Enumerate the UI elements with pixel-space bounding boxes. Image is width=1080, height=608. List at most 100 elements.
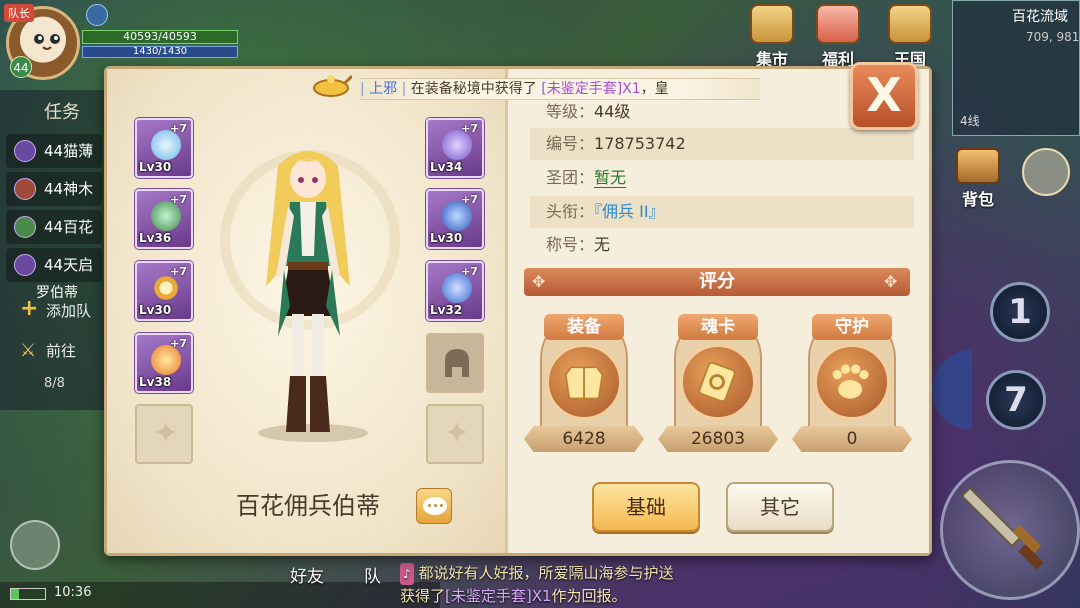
score-card-soul[interactable]: 魂卡 26803 (658, 308, 778, 458)
chat-dot (428, 504, 431, 507)
quest-label: 44猫薄 (44, 142, 94, 160)
divider (505, 69, 508, 553)
add-team-button[interactable]: + 添加队 (14, 296, 104, 321)
chat-button[interactable] (416, 488, 452, 524)
basic-button[interactable]: 基础 (592, 482, 700, 532)
score-header: 评分 (524, 268, 910, 296)
card-value: 26803 (658, 426, 778, 452)
close-button[interactable]: X (850, 62, 918, 130)
quest-label: 44天启 (44, 256, 94, 274)
equip-slot-ring[interactable]: +7 Lv30 (135, 261, 193, 321)
score-card-guard[interactable]: 守护 0 (792, 308, 912, 458)
kingdom-button[interactable]: 王国 (880, 4, 940, 70)
helmet-icon (445, 349, 469, 377)
guild-value[interactable]: 暂无 (594, 168, 627, 188)
equip-level: Lv36 (139, 231, 172, 245)
sword-icon (960, 486, 1044, 570)
enhance-level: +7 (170, 265, 187, 278)
leader-badge: 队长 (4, 4, 34, 22)
page-count: 8/8 (44, 376, 65, 391)
welfare-button[interactable]: 福利 (808, 4, 868, 70)
add-team-label: 添加队 (46, 302, 92, 320)
hp-bar: 40593/40593 (82, 30, 238, 44)
map-coords: 709, 981 (1026, 30, 1080, 44)
bag-button[interactable]: 背包 (950, 148, 1006, 209)
goto-button[interactable]: ⚔ 前往 (14, 340, 104, 361)
equip-slot-pants[interactable]: +7 Lv30 (426, 189, 484, 249)
equip-slot-helmet[interactable] (426, 333, 484, 393)
quest-icon (14, 254, 36, 276)
plus-icon: + (20, 296, 39, 321)
market-button[interactable]: 集市 (742, 4, 802, 70)
sword-small-icon: ⚔ (20, 340, 37, 361)
equip-slot-armor[interactable]: +7 Lv36 (135, 189, 193, 249)
equip-slot-necklace[interactable]: +7 Lv38 (135, 333, 193, 393)
id-value: 178753742 (594, 134, 686, 153)
broadcast-line2-pre: 获得了 (400, 587, 446, 605)
empty-slot-icon: ✦ (153, 416, 179, 451)
quest-label: 44神木 (44, 180, 94, 198)
paw-icon (814, 344, 890, 420)
quest-label: 44百花 (44, 218, 94, 236)
empty-slot-icon: ✦ (444, 416, 470, 451)
gift-icon (816, 4, 860, 44)
title-value[interactable]: 『佣兵 II』 (594, 202, 665, 221)
skill-7-button[interactable]: 7 (986, 370, 1046, 430)
info-row-nickname: 称号：无 (530, 229, 914, 261)
card-value: 6428 (524, 426, 644, 452)
clock: 10:36 (54, 585, 92, 600)
player-level: 44 (10, 56, 32, 78)
enhance-level: +7 (461, 265, 478, 278)
quest-item[interactable]: 44百花 (6, 210, 102, 244)
enhance-level: +7 (170, 337, 187, 350)
battery-level (11, 589, 19, 599)
quest-item[interactable]: 44猫薄 (6, 134, 102, 168)
equip-slot-gloves[interactable]: +7 Lv34 (426, 118, 484, 178)
id-key: 编号： (546, 134, 595, 153)
quest-icon (14, 178, 36, 200)
other-button[interactable]: 其它 (726, 482, 834, 532)
quest-icon (14, 216, 36, 238)
card-value: 0 (792, 426, 912, 452)
broadcast-tag-icon: ♪ (400, 563, 414, 585)
decor-icon: ✥ (532, 272, 546, 291)
equip-level: Lv30 (430, 231, 463, 245)
equip-level: Lv30 (139, 160, 172, 174)
skill-button[interactable] (932, 350, 972, 430)
friends-button[interactable]: 好友 (290, 562, 324, 587)
notice-player[interactable]: 上邪 (369, 81, 397, 97)
armor-icon (546, 344, 622, 420)
server-line[interactable]: 4线 (960, 112, 980, 129)
equip-slot-empty[interactable]: ✦ (135, 404, 193, 464)
broadcast-item[interactable]: [未鉴定手套]X1 (445, 587, 552, 605)
nickname-value: 无 (594, 235, 611, 254)
quest-item[interactable]: 44天启 (6, 248, 102, 282)
character-model[interactable] (258, 136, 358, 436)
skill-1-button[interactable]: 1 (990, 282, 1050, 342)
equip-slot-boots[interactable]: +7 Lv32 (426, 261, 484, 321)
card-label: 守护 (812, 314, 892, 340)
quest-subtitle: 罗伯蒂 (36, 285, 78, 301)
equip-slot-empty[interactable]: ✦ (426, 404, 484, 464)
dpad-icon[interactable] (1022, 148, 1070, 196)
level-key: 等级： (546, 102, 595, 121)
equip-level: Lv32 (430, 303, 463, 317)
quest-item[interactable]: 44神木 (6, 172, 102, 206)
tab-quests[interactable]: 任务 (0, 96, 100, 130)
chat-dot (434, 504, 437, 507)
broadcast-line2-post: 作为回报。 (551, 587, 627, 605)
notice-sep: | (360, 81, 365, 97)
notice-item[interactable]: [未鉴定手套]X1 (541, 81, 640, 97)
buff-icon[interactable] (86, 4, 108, 26)
equip-slot-weapon[interactable]: +7 Lv30 (135, 118, 193, 178)
team-button[interactable]: 队 (364, 562, 381, 587)
info-row-id: 编号：178753742 (530, 128, 914, 160)
notice-text: 在装备秘境中获得了 (410, 81, 537, 97)
bag-label: 背包 (961, 190, 994, 209)
lamp-icon (313, 74, 352, 97)
broadcast-message: ♪ 都说好有人好报，所爱隔山海参与护送 获得了[未鉴定手套]X1作为回报。 (400, 562, 760, 607)
joystick[interactable] (10, 520, 60, 570)
broadcast-line1: 都说好有人好报，所爱隔山海参与护送 (418, 564, 674, 582)
enhance-level: +7 (461, 122, 478, 135)
score-card-equipment[interactable]: 装备 6428 (524, 308, 644, 458)
